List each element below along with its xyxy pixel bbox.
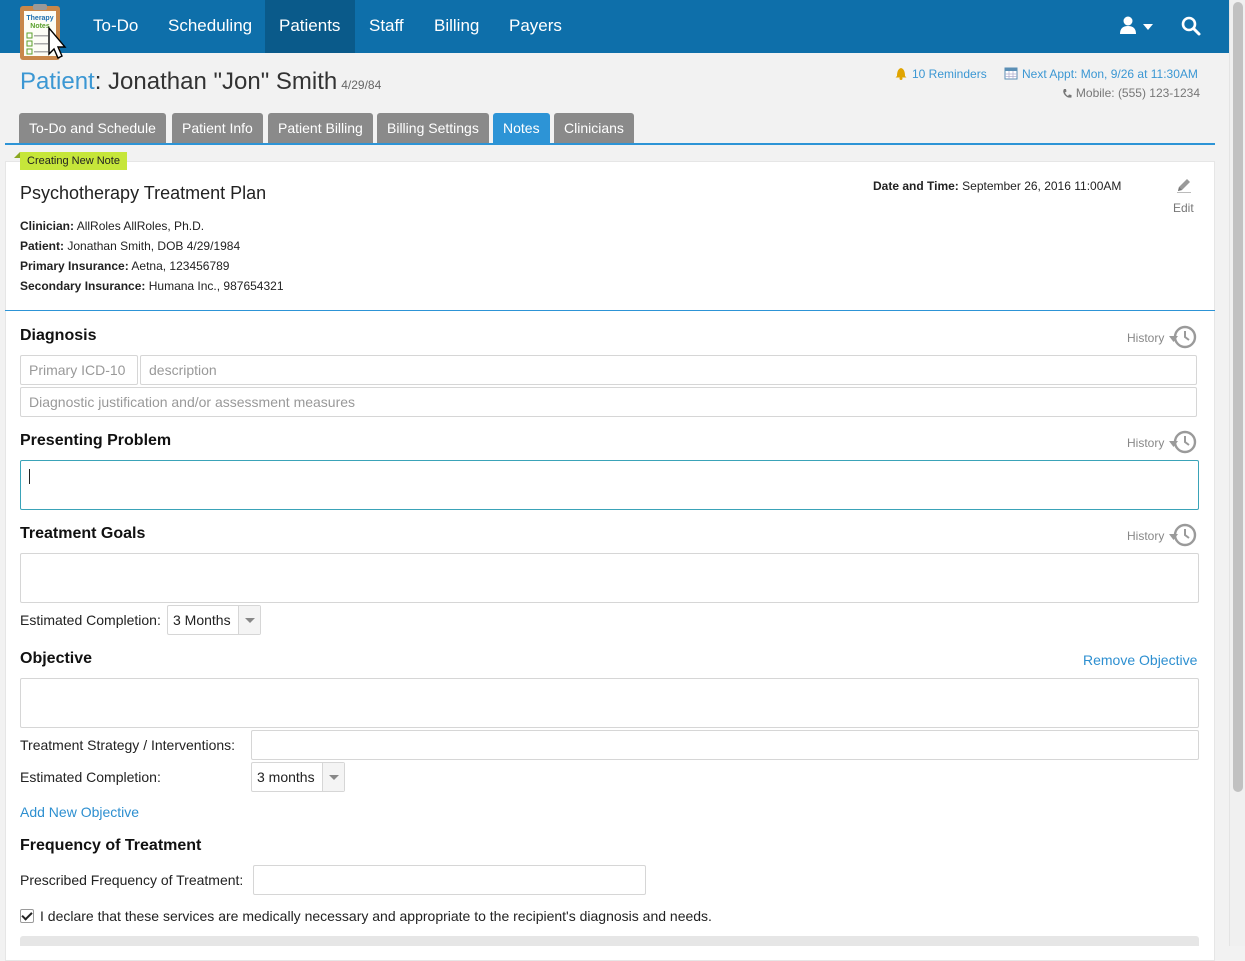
top-navbar: To-Do Scheduling Patients Staff Billing … [0, 0, 1229, 53]
strategy-label: Treatment Strategy / Interventions: [20, 737, 236, 753]
svg-text:Notes: Notes [30, 23, 50, 30]
reminders-link[interactable]: 10 Reminders [894, 66, 987, 83]
search-icon[interactable] [1180, 15, 1202, 37]
objective-est-completion-label: Estimated Completion: [20, 769, 161, 785]
secondary-insurance-label: Secondary Insurance: [20, 279, 146, 293]
clinician-line: Clinician: AllRoles AllRoles, Ph.D. [20, 219, 204, 233]
next-appt-link[interactable]: Next Appt: Mon, 9/26 at 11:30AM [1004, 66, 1198, 83]
clinician-value: AllRoles AllRoles, Ph.D. [76, 219, 205, 233]
tab-patient-billing[interactable]: Patient Billing [268, 113, 373, 143]
scrollbar-thumb[interactable] [1233, 2, 1243, 792]
nav-patients[interactable]: Patients [265, 0, 355, 53]
history-label: History [1127, 436, 1165, 450]
diagnosis-description-input[interactable]: description [140, 355, 1197, 385]
presenting-problem-textarea[interactable] [20, 460, 1199, 510]
prescribed-frequency-input[interactable] [253, 865, 646, 895]
objective-completion-select[interactable]: 3 months [251, 762, 345, 792]
clinician-label: Clinician: [20, 219, 75, 233]
note-header-divider [5, 310, 1215, 311]
svg-text:Therapy: Therapy [26, 15, 53, 22]
nav-scheduling[interactable]: Scheduling [154, 0, 266, 53]
tab-clinicians[interactable]: Clinicians [554, 113, 634, 143]
history-label: History [1127, 331, 1165, 345]
text-caret [29, 469, 30, 484]
tab-billing-settings[interactable]: Billing Settings [377, 113, 489, 143]
presenting-history-link[interactable]: History [1127, 430, 1197, 454]
mobile-phone: Mobile: (555) 123-1234 [1062, 86, 1200, 102]
objective-completion-value: 3 months [257, 769, 315, 785]
patient-line-value: Jonathan Smith, DOB 4/29/1984 [67, 239, 241, 253]
tab-patient-info[interactable]: Patient Info [172, 113, 263, 143]
declaration-checkbox[interactable] [20, 909, 34, 923]
goals-est-completion-label: Estimated Completion: [20, 612, 161, 628]
presenting-problem-heading: Presenting Problem [20, 432, 172, 449]
page-scrollbar[interactable] [1229, 0, 1245, 946]
note-title: Psychotherapy Treatment Plan [20, 183, 267, 203]
patient-line: Patient: Jonathan Smith, DOB 4/29/1984 [20, 239, 240, 253]
patient-dob: 4/29/84 [341, 78, 382, 92]
chevron-down-icon [322, 763, 344, 791]
history-label: History [1127, 529, 1165, 543]
objective-textarea[interactable] [20, 678, 1199, 728]
justification-placeholder: Diagnostic justification and/or assessme… [29, 394, 356, 410]
nav-todo[interactable]: To-Do [79, 0, 152, 53]
patient-line-label: Patient: [20, 239, 65, 253]
frequency-heading: Frequency of Treatment [20, 837, 202, 854]
creating-note-badge: Creating New Note [20, 152, 127, 170]
add-objective-link[interactable]: Add New Objective [20, 804, 139, 820]
nav-payers[interactable]: Payers [495, 0, 576, 53]
objective-heading: Objective [20, 650, 93, 667]
next-section-bar [20, 936, 1199, 946]
mobile-text: Mobile: (555) 123-1234 [1075, 86, 1200, 100]
diagnosis-history-link[interactable]: History [1127, 325, 1197, 349]
diagnostic-justification-input[interactable]: Diagnostic justification and/or assessme… [20, 387, 1197, 417]
strategy-input[interactable] [251, 730, 1199, 760]
history-icon [1169, 523, 1197, 547]
primary-insurance-value: Aetna, 123456789 [131, 259, 230, 273]
tab-notes[interactable]: Notes [493, 113, 550, 143]
bell-icon [894, 66, 908, 83]
secondary-insurance-line: Secondary Insurance: Humana Inc., 987654… [20, 279, 284, 293]
goals-completion-select[interactable]: 3 Months [167, 605, 261, 635]
goals-completion-value: 3 Months [173, 612, 231, 628]
tab-divider [5, 143, 1215, 145]
patient-label: Patient [20, 68, 95, 95]
patient-name: : Jonathan "Jon" Smith [94, 68, 338, 95]
pencil-icon[interactable] [1175, 176, 1193, 194]
reminders-text: 10 Reminders [912, 67, 987, 81]
icd10-placeholder: Primary ICD-10 [29, 362, 126, 378]
next-appt-text: Next Appt: Mon, 9/26 at 11:30AM [1022, 67, 1198, 81]
history-icon [1169, 430, 1197, 454]
tab-todo-schedule[interactable]: To-Do and Schedule [19, 113, 166, 143]
phone-icon [1062, 88, 1072, 102]
goals-history-link[interactable]: History [1127, 523, 1197, 547]
nav-staff[interactable]: Staff [355, 0, 418, 53]
history-icon [1169, 325, 1197, 349]
declaration-text: I declare that these services are medica… [40, 908, 712, 924]
datetime-label: Date and Time: [873, 179, 959, 193]
calendar-icon [1004, 66, 1018, 83]
note-datetime: Date and Time: September 26, 2016 11:00A… [873, 179, 1121, 193]
primary-insurance-line: Primary Insurance: Aetna, 123456789 [20, 259, 229, 273]
chevron-down-icon [238, 606, 260, 634]
treatment-goals-heading: Treatment Goals [20, 525, 146, 542]
nav-billing[interactable]: Billing [420, 0, 493, 53]
datetime-value: September 26, 2016 11:00AM [962, 179, 1122, 193]
description-placeholder: description [149, 362, 217, 378]
treatment-goals-textarea[interactable] [20, 553, 1199, 603]
patient-heading: Patient: Jonathan "Jon" Smith 4/29/84 [20, 68, 381, 96]
user-menu-icon[interactable] [1118, 15, 1158, 37]
diagnosis-heading: Diagnosis [20, 327, 97, 344]
primary-insurance-label: Primary Insurance: [20, 259, 129, 273]
therapynotes-logo[interactable]: Therapy Notes [18, 4, 67, 61]
prescribed-frequency-label: Prescribed Frequency of Treatment: [20, 872, 244, 888]
remove-objective-link[interactable]: Remove Objective [1083, 652, 1197, 668]
secondary-insurance-value: Humana Inc., 987654321 [148, 279, 284, 293]
edit-button[interactable]: Edit [1173, 201, 1194, 215]
icd10-input[interactable]: Primary ICD-10 [20, 355, 138, 385]
